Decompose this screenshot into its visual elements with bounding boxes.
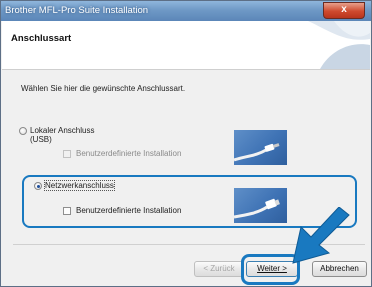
pointer-arrow-icon xyxy=(292,207,350,264)
wizard-header: Anschlussart xyxy=(2,21,370,70)
title-bar[interactable]: Brother MFL-Pro Suite Installation x xyxy=(1,1,371,21)
network-option-label[interactable]: Netzwerkanschluss xyxy=(44,180,115,191)
close-icon: x xyxy=(341,4,347,15)
usb-cable-icon xyxy=(234,143,280,162)
instruction-text: Wählen Sie hier die gewünschte Anschluss… xyxy=(21,84,186,93)
network-cable-icon xyxy=(234,198,280,219)
back-button[interactable]: < Zurück xyxy=(194,261,244,277)
installer-window: Brother MFL-Pro Suite Installation x Ans… xyxy=(0,0,372,287)
usb-option-sublabel: (USB) xyxy=(30,135,52,144)
network-custom-install-label[interactable]: Benutzerdefinierte Installation xyxy=(76,206,181,215)
usb-custom-install-checkbox[interactable] xyxy=(63,150,71,158)
back-button-label: < Zurück xyxy=(203,264,235,273)
usb-cable-image xyxy=(234,130,287,165)
network-custom-install-checkbox[interactable] xyxy=(63,207,71,215)
close-button[interactable]: x xyxy=(323,2,365,19)
network-radio[interactable] xyxy=(34,182,42,190)
usb-radio[interactable] xyxy=(19,127,27,135)
usb-option-label[interactable]: Lokaler Anschluss xyxy=(30,126,94,135)
header-swoosh-graphic xyxy=(308,21,370,69)
usb-custom-install-label: Benutzerdefinierte Installation xyxy=(76,149,182,158)
network-cable-image xyxy=(234,188,287,223)
cancel-button-label: Abbrechen xyxy=(320,264,359,273)
window-title: Brother MFL-Pro Suite Installation xyxy=(5,5,149,16)
page-title: Anschlussart xyxy=(11,33,72,44)
